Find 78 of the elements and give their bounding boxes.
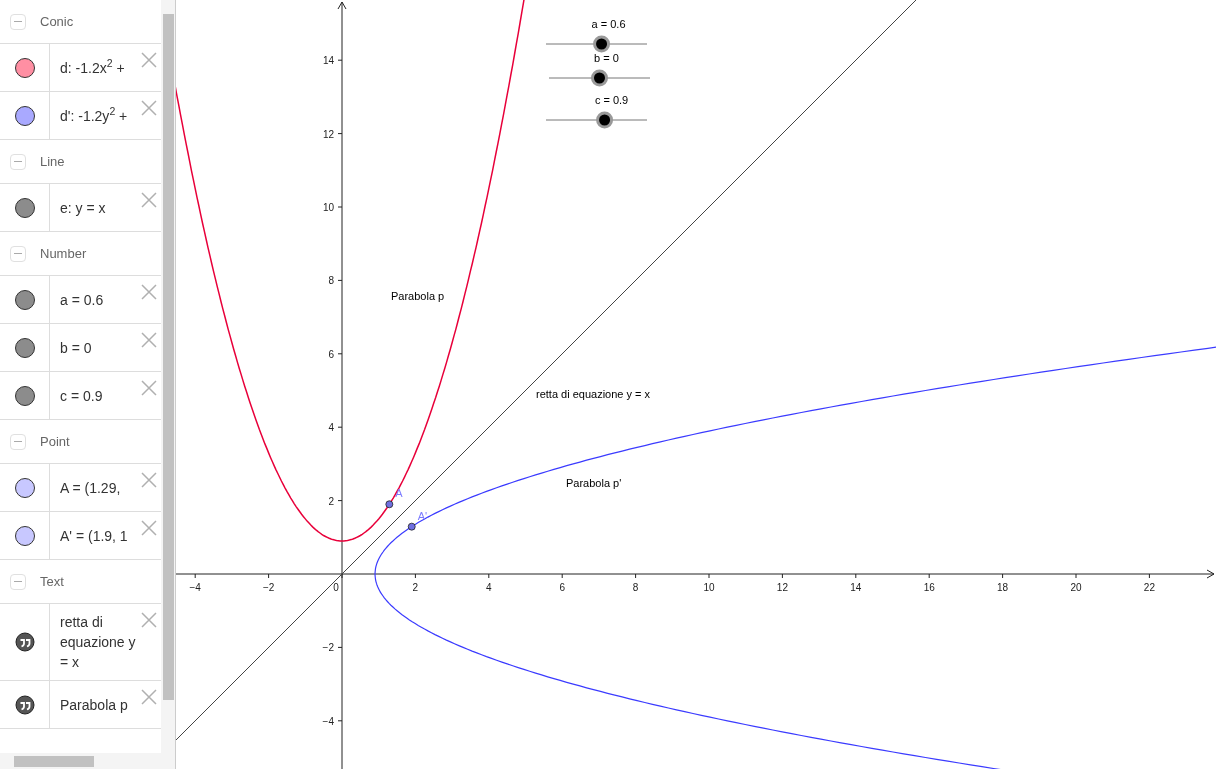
- visibility-toggle[interactable]: [14, 57, 35, 78]
- visibility-toggle[interactable]: [14, 525, 35, 546]
- collapse-icon[interactable]: [10, 13, 26, 30]
- group-heading: Line: [40, 152, 65, 171]
- axis-label: −4: [322, 715, 334, 727]
- axis-label: −2: [322, 642, 334, 654]
- delete-icon[interactable]: [141, 380, 157, 396]
- visibility-toggle[interactable]: [14, 105, 35, 126]
- delete-icon[interactable]: [141, 689, 157, 705]
- visibility-toggle[interactable]: [14, 289, 35, 310]
- object-definition[interactable]: A' = (1.9, 1: [60, 525, 128, 546]
- object-definition[interactable]: retta di equazione y = x: [60, 612, 141, 672]
- axis-label: 18: [997, 582, 1009, 593]
- object-definition[interactable]: c = 0.9: [60, 385, 103, 406]
- visibility-toggle[interactable]: [14, 197, 35, 218]
- vertical-scrollbar[interactable]: [161, 0, 175, 753]
- collapse-icon[interactable]: [10, 573, 26, 590]
- collapse-icon[interactable]: [10, 245, 26, 262]
- delete-icon[interactable]: [141, 520, 157, 536]
- axis-label: 4: [328, 422, 334, 434]
- object-definition[interactable]: b = 0: [60, 337, 92, 358]
- slider-label: c = 0.9: [594, 94, 629, 106]
- axis-label: 6: [559, 582, 565, 593]
- object-definition[interactable]: d: -1.2x$^{2}$ +: [60, 57, 125, 78]
- object-definition[interactable]: A = (1.29,: [60, 477, 121, 498]
- graph-text[interactable]: Parabola p: [391, 290, 445, 302]
- quote-icon[interactable]: [14, 694, 35, 715]
- slider-label: b = 0: [594, 52, 619, 64]
- object-definition[interactable]: d': -1.2y$^{2}$ +: [60, 105, 128, 126]
- axis-label: 16: [923, 582, 935, 593]
- axis-label: 22: [1143, 582, 1155, 593]
- axis-label: 14: [322, 55, 334, 67]
- axis-label: 8: [328, 275, 334, 287]
- object-definition[interactable]: a = 0.6: [60, 289, 104, 310]
- slider-label: a = 0.6: [591, 18, 626, 30]
- visibility-toggle[interactable]: [14, 477, 35, 498]
- delete-icon[interactable]: [141, 192, 157, 208]
- axis-label: 6: [328, 348, 334, 360]
- visibility-toggle[interactable]: [14, 337, 35, 358]
- object-definition[interactable]: e: y = x: [60, 197, 106, 218]
- group-heading: Number: [40, 244, 87, 263]
- axis-label: 2: [412, 582, 419, 593]
- delete-icon[interactable]: [141, 100, 157, 116]
- delete-icon[interactable]: [141, 52, 157, 68]
- group-heading: Conic: [40, 12, 74, 31]
- graph-text[interactable]: Parabola p': [566, 477, 622, 489]
- axis-label: 12: [776, 582, 788, 593]
- horizontal-scrollbar[interactable]: [0, 753, 175, 769]
- delete-icon[interactable]: [141, 284, 157, 300]
- slider-thumb[interactable]: [593, 35, 611, 53]
- point-marker[interactable]: [385, 500, 394, 509]
- object-definition[interactable]: Parabola p: [60, 694, 128, 715]
- slider-thumb[interactable]: [591, 69, 608, 87]
- axis-label: 8: [632, 582, 639, 593]
- group-heading: Text: [40, 572, 64, 591]
- slider-thumb[interactable]: [596, 111, 614, 129]
- visibility-toggle[interactable]: [14, 385, 35, 406]
- collapse-icon[interactable]: [10, 153, 26, 170]
- graph-text[interactable]: retta di equazione y = x: [536, 388, 651, 400]
- axis-label: 14: [850, 582, 862, 593]
- axis-label: 10: [322, 202, 334, 213]
- delete-icon[interactable]: [141, 612, 157, 628]
- collapse-icon[interactable]: [10, 433, 26, 450]
- axis-label: 2: [328, 495, 334, 507]
- axis-label: 4: [486, 582, 492, 593]
- quote-icon[interactable]: [14, 632, 35, 652]
- point-label: A: [395, 487, 403, 500]
- axis-label: 20: [1070, 582, 1082, 593]
- axis-label: −4: [189, 582, 201, 593]
- axis-label: 0: [333, 582, 339, 593]
- group-heading: Point: [40, 432, 70, 451]
- delete-icon[interactable]: [141, 332, 157, 348]
- axis-label: −2: [262, 582, 275, 593]
- axis-label: 10: [703, 582, 715, 593]
- point-marker[interactable]: [407, 522, 416, 531]
- axis-label: 12: [322, 128, 334, 140]
- delete-icon[interactable]: [141, 472, 157, 488]
- point-label: A': [417, 509, 428, 522]
